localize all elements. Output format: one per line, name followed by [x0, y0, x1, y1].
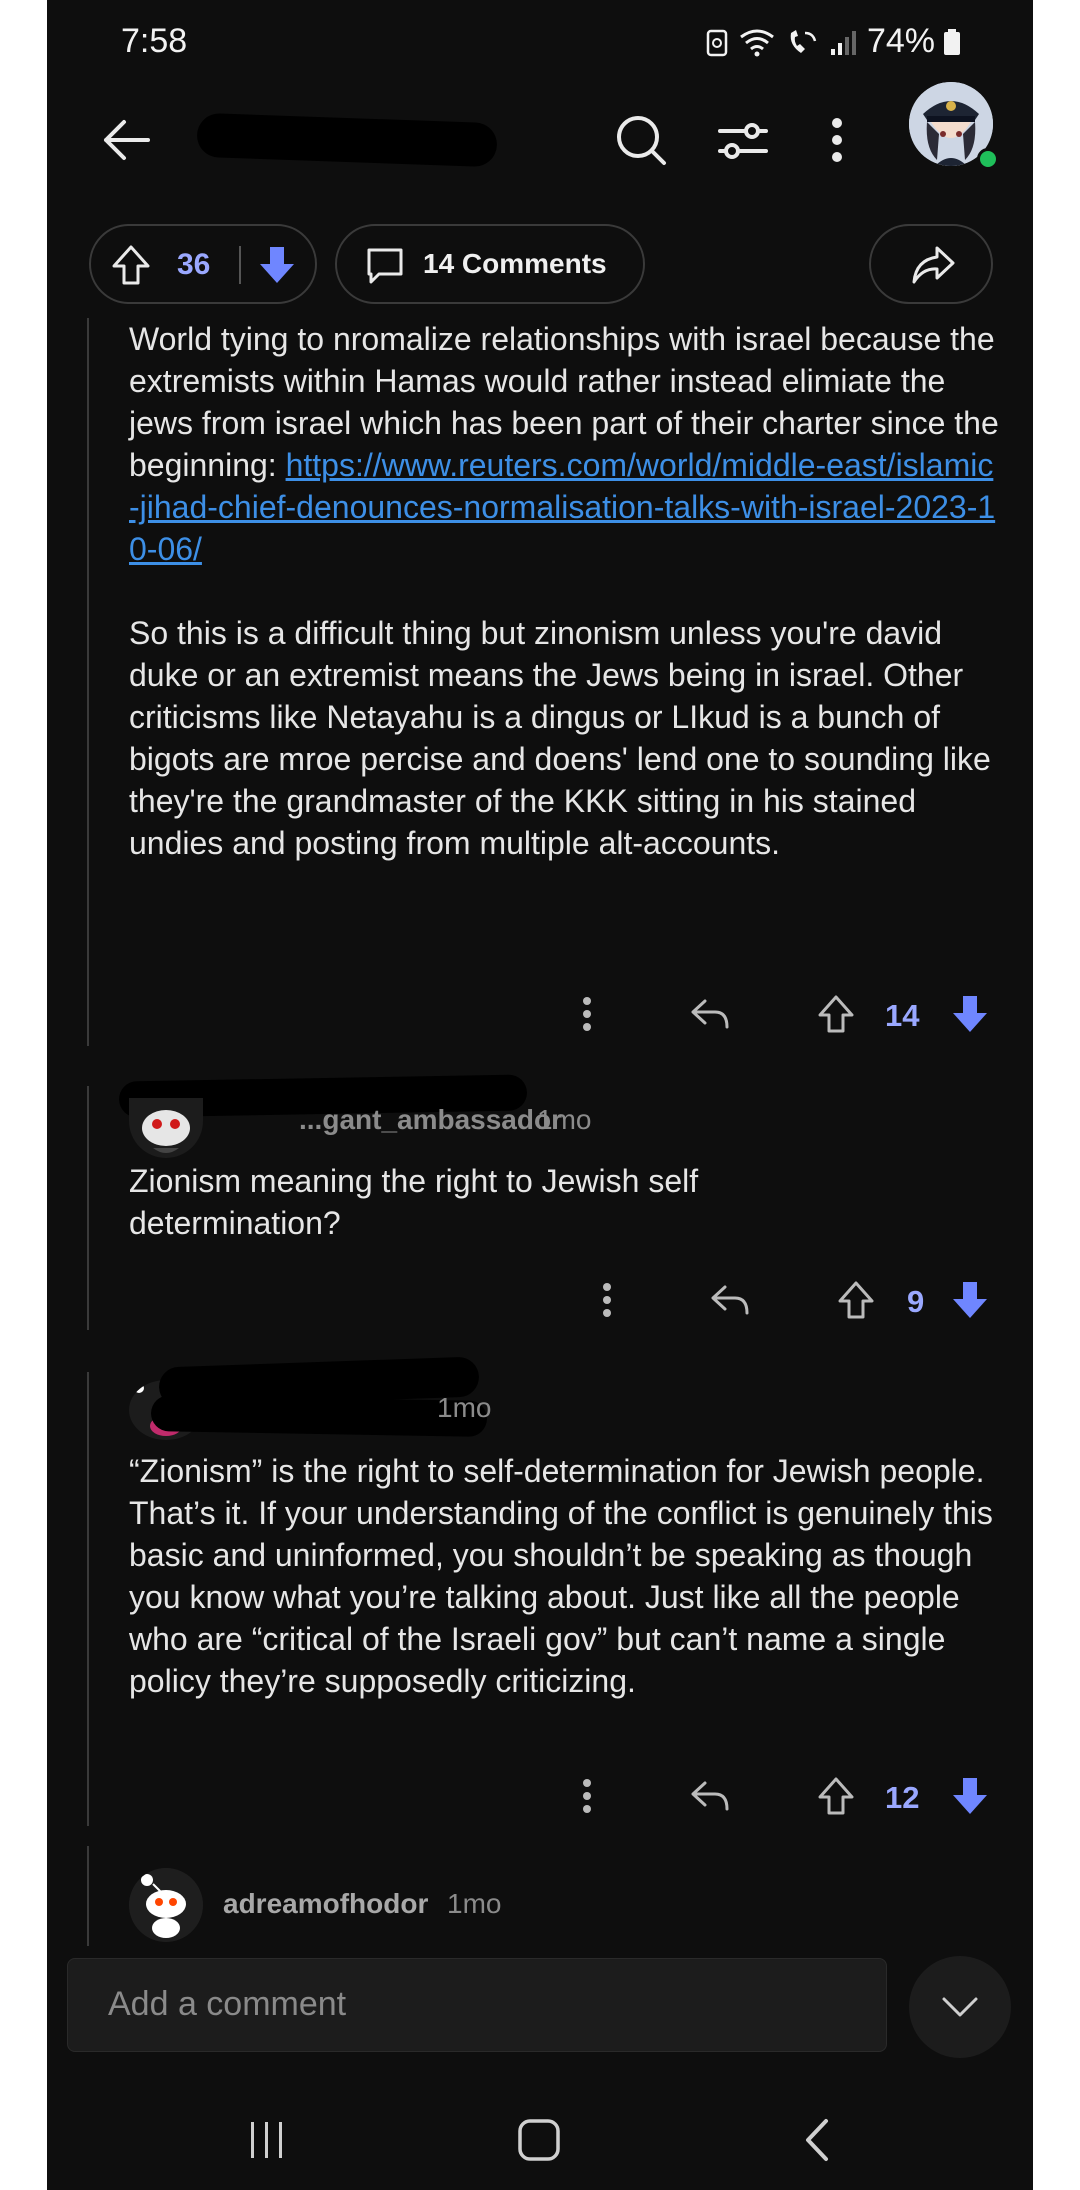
- comment-text: So this is a difficult thing but zinonis…: [129, 615, 991, 861]
- upvote-icon: [818, 1777, 854, 1815]
- wifi-icon: [740, 29, 774, 56]
- downvote-button[interactable]: [947, 1766, 993, 1826]
- online-status-dot: [977, 148, 999, 170]
- downvote-button[interactable]: [947, 984, 993, 1044]
- share-button[interactable]: [869, 224, 993, 304]
- battery-percent: 74%: [866, 22, 935, 60]
- comment-body: “Zionism” is the right to self-determina…: [129, 1453, 993, 1699]
- comment-bubble-icon: [367, 248, 403, 284]
- comments-count-label: 14 Comments: [423, 248, 607, 279]
- comment-body: Zionism meaning the right to Jewish self…: [129, 1163, 699, 1241]
- vote-pill: 36: [89, 224, 317, 304]
- comment-actions: 9: [47, 1270, 1033, 1330]
- upvote-icon[interactable]: [111, 244, 151, 286]
- reply-button[interactable]: [685, 984, 735, 1044]
- more-vertical-icon: [583, 997, 591, 1031]
- home-button[interactable]: [499, 2110, 579, 2170]
- status-time: 7:58: [121, 22, 188, 60]
- upvote-icon: [818, 995, 854, 1033]
- comment-more-button[interactable]: [567, 1766, 607, 1826]
- system-navigation-bar: [47, 2090, 1033, 2190]
- reply-icon: [691, 1781, 729, 1811]
- comment-author[interactable]: adreamofhodor: [223, 1888, 428, 1920]
- status-bar: 7:58 74%: [47, 0, 1033, 88]
- reply-icon: [691, 999, 729, 1029]
- comment-score: 14: [885, 998, 920, 1033]
- comment-more-button[interactable]: [587, 1270, 627, 1330]
- overflow-menu-button[interactable]: [807, 100, 867, 180]
- comment-score: 9: [907, 1284, 925, 1319]
- add-comment-placeholder: Add a comment: [108, 1985, 347, 2023]
- commenter-avatar: [129, 1868, 203, 1942]
- vote-divider: [239, 246, 241, 284]
- app-screen: 7:58 74% 36 14 Comments World tying to n…: [47, 0, 1033, 2190]
- thread-line: [87, 318, 89, 1046]
- downvote-icon: [953, 996, 987, 1032]
- system-back-button[interactable]: [777, 2110, 857, 2170]
- share-icon: [912, 246, 955, 284]
- reply-button[interactable]: [705, 1270, 755, 1330]
- comment-body: World tying to nromalize relationships w…: [129, 318, 999, 864]
- comment-age: 1mo: [437, 1392, 492, 1423]
- snoo-avatar-icon: [129, 1868, 203, 1942]
- collapse-comments-button[interactable]: [909, 1956, 1011, 2058]
- comment-age: 1mo: [447, 1888, 502, 1919]
- more-vertical-icon: [603, 1283, 611, 1317]
- post-vote-count: 36: [177, 248, 211, 281]
- top-app-bar: [47, 82, 1033, 180]
- downvote-icon: [953, 1282, 987, 1318]
- home-icon: [518, 2119, 560, 2161]
- downvote-icon: [953, 1778, 987, 1814]
- arrow-left-icon: [104, 120, 150, 160]
- search-button[interactable]: [601, 100, 681, 180]
- status-icons: 74%: [705, 22, 961, 61]
- comment-author[interactable]: ...gant_ambassador: [299, 1104, 562, 1136]
- comment-actions: 14: [47, 984, 1033, 1044]
- chevron-down-icon: [942, 1997, 978, 2017]
- search-icon: [617, 116, 666, 165]
- upvote-button[interactable]: [813, 984, 859, 1044]
- comment-score: 12: [885, 1780, 920, 1815]
- back-button[interactable]: [87, 100, 167, 180]
- downvote-icon[interactable]: [257, 244, 297, 286]
- data-saver-icon: [706, 29, 728, 56]
- more-vertical-icon: [583, 1779, 591, 1813]
- redacted-community-name: [196, 112, 498, 168]
- downvote-button[interactable]: [947, 1270, 993, 1330]
- sliders-icon: [718, 123, 768, 159]
- wifi-calling-icon: [790, 29, 817, 53]
- comment-age: 1mo: [537, 1104, 592, 1135]
- signal-icon: [830, 30, 856, 55]
- upvote-icon: [838, 1281, 874, 1319]
- thread-line: [87, 1372, 89, 1826]
- sort-filter-button[interactable]: [703, 100, 783, 180]
- thread-line: [87, 1846, 89, 1946]
- chevron-left-icon: [806, 2119, 828, 2161]
- comment-more-button[interactable]: [567, 984, 607, 1044]
- snoo-avatar-icon: [142, 1110, 190, 1153]
- recent-apps-icon: [251, 2122, 282, 2158]
- comments-button[interactable]: 14 Comments: [335, 224, 645, 304]
- more-vertical-icon: [832, 118, 842, 162]
- comment-actions: 12: [47, 1766, 1033, 1826]
- add-comment-field[interactable]: Add a comment: [67, 1958, 887, 2052]
- commenter-avatar: [129, 1098, 203, 1158]
- recent-apps-button[interactable]: [227, 2110, 307, 2170]
- battery-icon: [944, 28, 960, 55]
- upvote-button[interactable]: [833, 1270, 879, 1330]
- reply-button[interactable]: [685, 1766, 735, 1826]
- upvote-button[interactable]: [813, 1766, 859, 1826]
- reply-icon: [711, 1285, 749, 1315]
